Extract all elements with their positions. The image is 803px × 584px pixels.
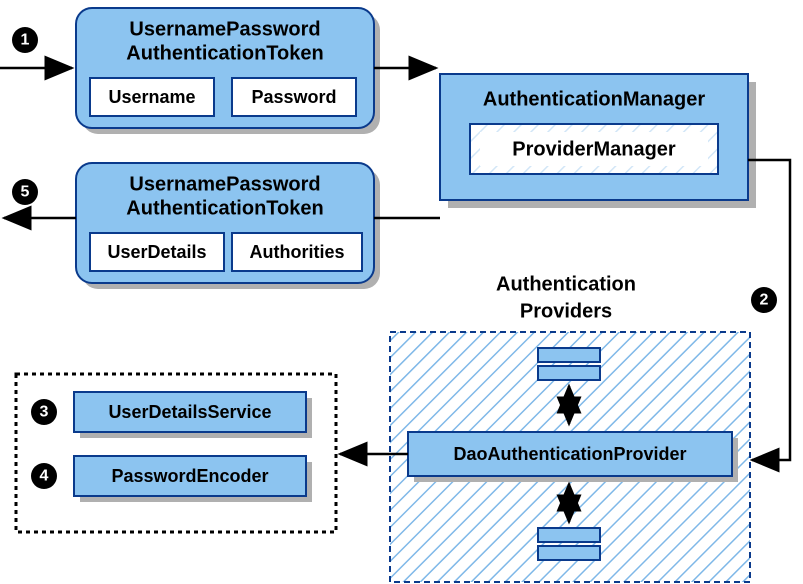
step-2-marker: 2 (751, 287, 777, 313)
token-out-field-authorities: Authorities (249, 242, 344, 262)
step-3-marker: 3 (31, 399, 57, 425)
authentication-manager-title: AuthenticationManager (483, 88, 705, 110)
token-out-title-line2: AuthenticationToken (126, 197, 323, 219)
token-in-field-password: Password (251, 87, 336, 107)
svg-text:2: 2 (760, 292, 769, 309)
provider-manager-label: ProviderManager (512, 138, 676, 160)
token-in-title-line1: UsernamePassword (129, 18, 320, 40)
svg-text:3: 3 (40, 404, 49, 421)
step-1-marker: 1 (12, 27, 38, 53)
password-encoder-label: PasswordEncoder (111, 466, 268, 486)
authentication-providers-box: DaoAuthenticationProvider (390, 332, 750, 582)
token-out-field-userdetails: UserDetails (107, 242, 206, 262)
token-out-title-line1: UsernamePassword (129, 173, 320, 195)
svg-text:5: 5 (21, 184, 30, 201)
authentication-manager-box: AuthenticationManager ProviderManager (440, 74, 756, 208)
token-in-field-username: Username (108, 87, 195, 107)
svg-text:4: 4 (40, 468, 49, 485)
services-box: UserDetailsService PasswordEncoder (16, 374, 336, 532)
step-4-marker: 4 (31, 463, 57, 489)
step-5-marker: 5 (12, 179, 38, 205)
token-in-box: UsernamePassword AuthenticationToken Use… (76, 8, 380, 134)
dao-authentication-provider-label: DaoAuthenticationProvider (453, 444, 686, 464)
authentication-flow-diagram: UsernamePassword AuthenticationToken Use… (0, 0, 803, 584)
token-out-box: UsernamePassword AuthenticationToken Use… (76, 163, 380, 289)
user-details-service-label: UserDetailsService (108, 402, 271, 422)
authentication-providers-title-line2: Providers (520, 300, 612, 322)
authentication-providers-title-line1: Authentication (496, 273, 636, 295)
svg-text:1: 1 (21, 32, 30, 49)
token-in-title-line2: AuthenticationToken (126, 42, 323, 64)
